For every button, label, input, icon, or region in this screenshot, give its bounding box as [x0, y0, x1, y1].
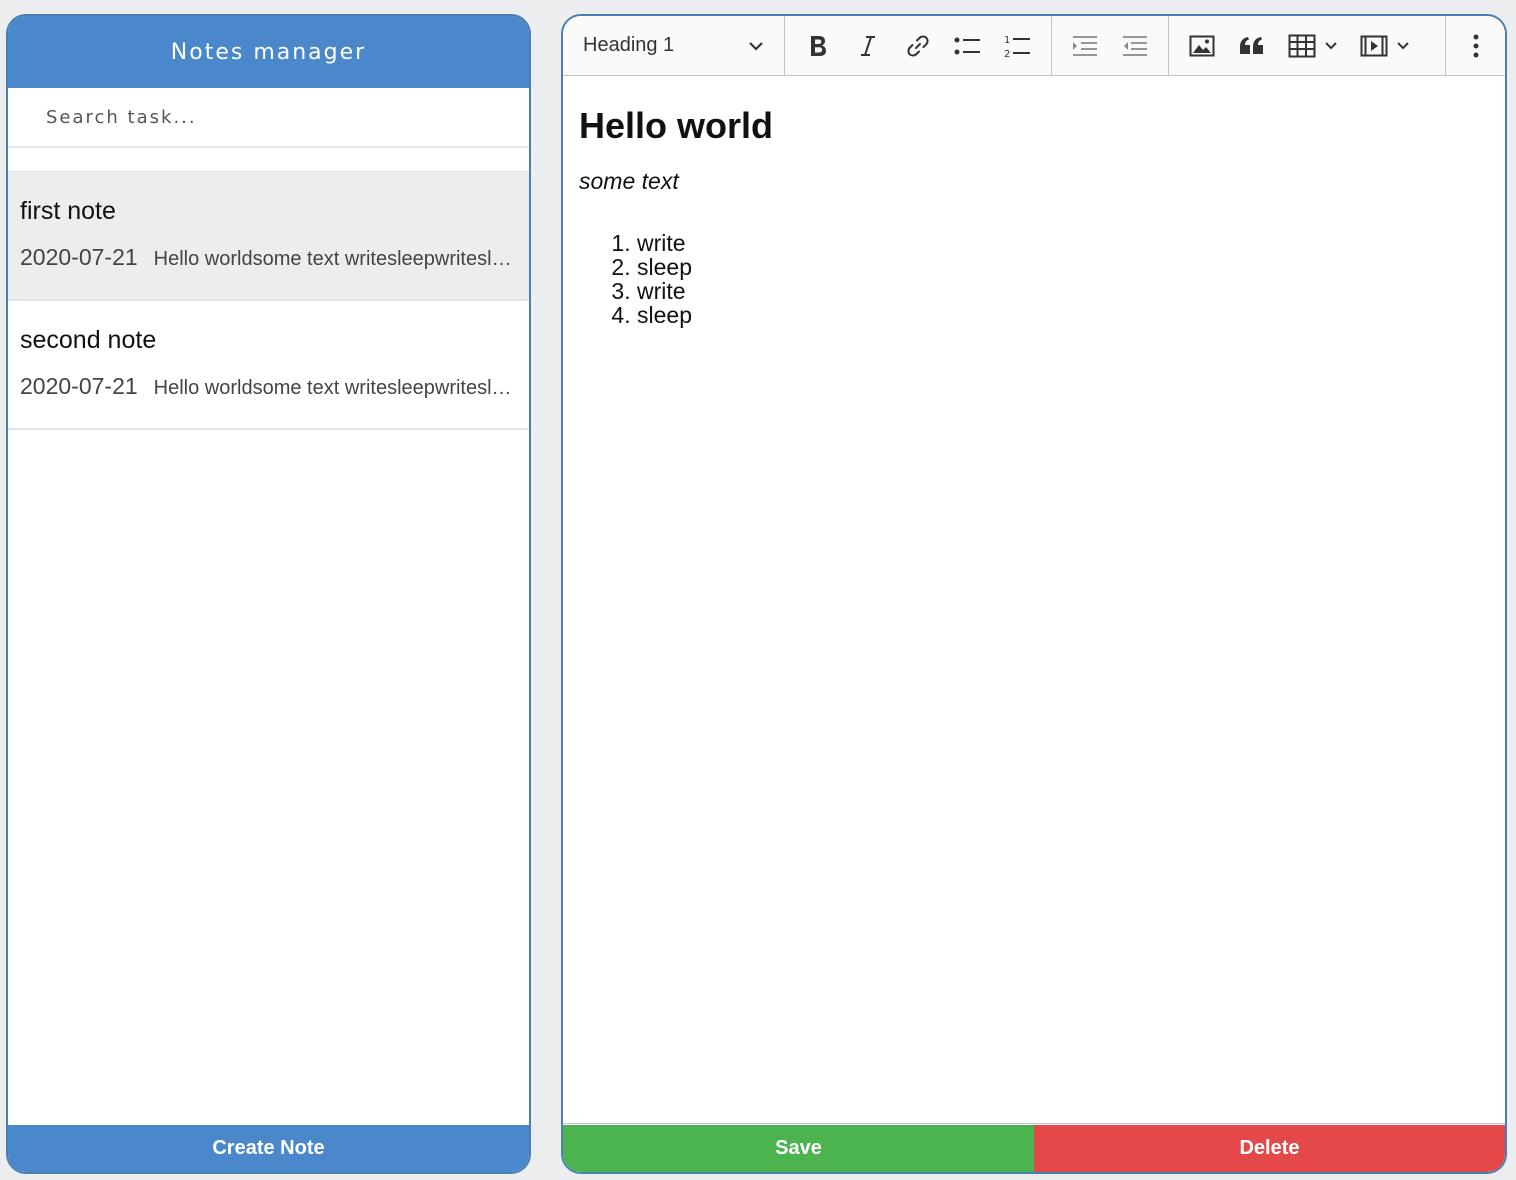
format-group: 12: [785, 16, 1052, 76]
svg-text:1: 1: [1004, 35, 1010, 46]
note-date: 2020-07-21: [20, 244, 138, 270]
table-dropdown[interactable]: [1277, 26, 1349, 66]
note-meta: 2020-07-21 Hello worldsome text writesle…: [20, 244, 517, 271]
app-title: Notes manager: [8, 16, 529, 88]
chevron-down-icon: [748, 34, 764, 57]
insert-group: [1169, 16, 1429, 76]
svg-text:2: 2: [1004, 49, 1010, 59]
editor-toolbar: Heading 1 12: [563, 16, 1505, 76]
search-bar: [8, 88, 529, 148]
note-date: 2020-07-21: [20, 373, 138, 399]
editor-content-area[interactable]: Hello world some text write sleep write …: [563, 76, 1505, 1124]
indent-group: [1052, 16, 1169, 76]
table-icon: [1288, 34, 1316, 58]
outdent-icon[interactable]: [1110, 26, 1160, 66]
chevron-down-icon: [1396, 41, 1410, 50]
delete-button[interactable]: Delete: [1034, 1125, 1505, 1172]
note-editor-panel: Heading 1 12 Hello world some text 1. wr…: [561, 14, 1507, 1174]
list-item: sleep: [637, 303, 1489, 327]
content-heading: Hello world: [579, 105, 774, 146]
image-icon[interactable]: [1177, 26, 1227, 66]
list-item: sleep: [637, 255, 1489, 279]
notes-sidebar: Notes manager first note 2020-07-21 Hell…: [6, 14, 531, 1174]
note-title: second note: [20, 326, 157, 354]
link-icon[interactable]: [893, 26, 943, 66]
list-item: write: [637, 279, 1489, 303]
heading-dropdown[interactable]: Heading 1: [563, 16, 785, 76]
editor-actions: Save Delete: [563, 1125, 1505, 1172]
list-divider: [8, 148, 529, 172]
bold-icon[interactable]: [793, 26, 843, 66]
search-input[interactable]: [46, 106, 486, 128]
note-preview: Hello worldsome text writesleepwriteslee…: [153, 377, 514, 399]
note-title: first note: [20, 197, 116, 225]
media-icon: [1360, 35, 1388, 57]
bulleted-list-icon[interactable]: [943, 26, 993, 66]
indent-icon[interactable]: [1060, 26, 1110, 66]
list-item: write: [637, 231, 1489, 255]
note-meta: 2020-07-21 Hello worldsome text writesle…: [20, 373, 517, 400]
quote-icon[interactable]: [1227, 26, 1277, 66]
create-note-button[interactable]: Create Note: [8, 1125, 529, 1172]
chevron-down-icon: [1324, 41, 1338, 50]
note-list-item[interactable]: second note 2020-07-21 Hello worldsome t…: [8, 301, 529, 430]
heading-dropdown-value: Heading 1: [583, 34, 675, 56]
note-list-item[interactable]: first note 2020-07-21 Hello worldsome te…: [8, 172, 529, 301]
more-icon[interactable]: [1445, 16, 1505, 76]
content-paragraph: some text: [579, 168, 679, 194]
media-dropdown[interactable]: [1349, 26, 1421, 66]
content-numbered-list: write sleep write sleep: [579, 231, 1489, 327]
numbered-list-icon[interactable]: 12: [993, 26, 1043, 66]
save-button[interactable]: Save: [563, 1125, 1034, 1172]
note-preview: Hello worldsome text writesleepwriteslee…: [153, 248, 514, 270]
italic-icon[interactable]: [843, 26, 893, 66]
